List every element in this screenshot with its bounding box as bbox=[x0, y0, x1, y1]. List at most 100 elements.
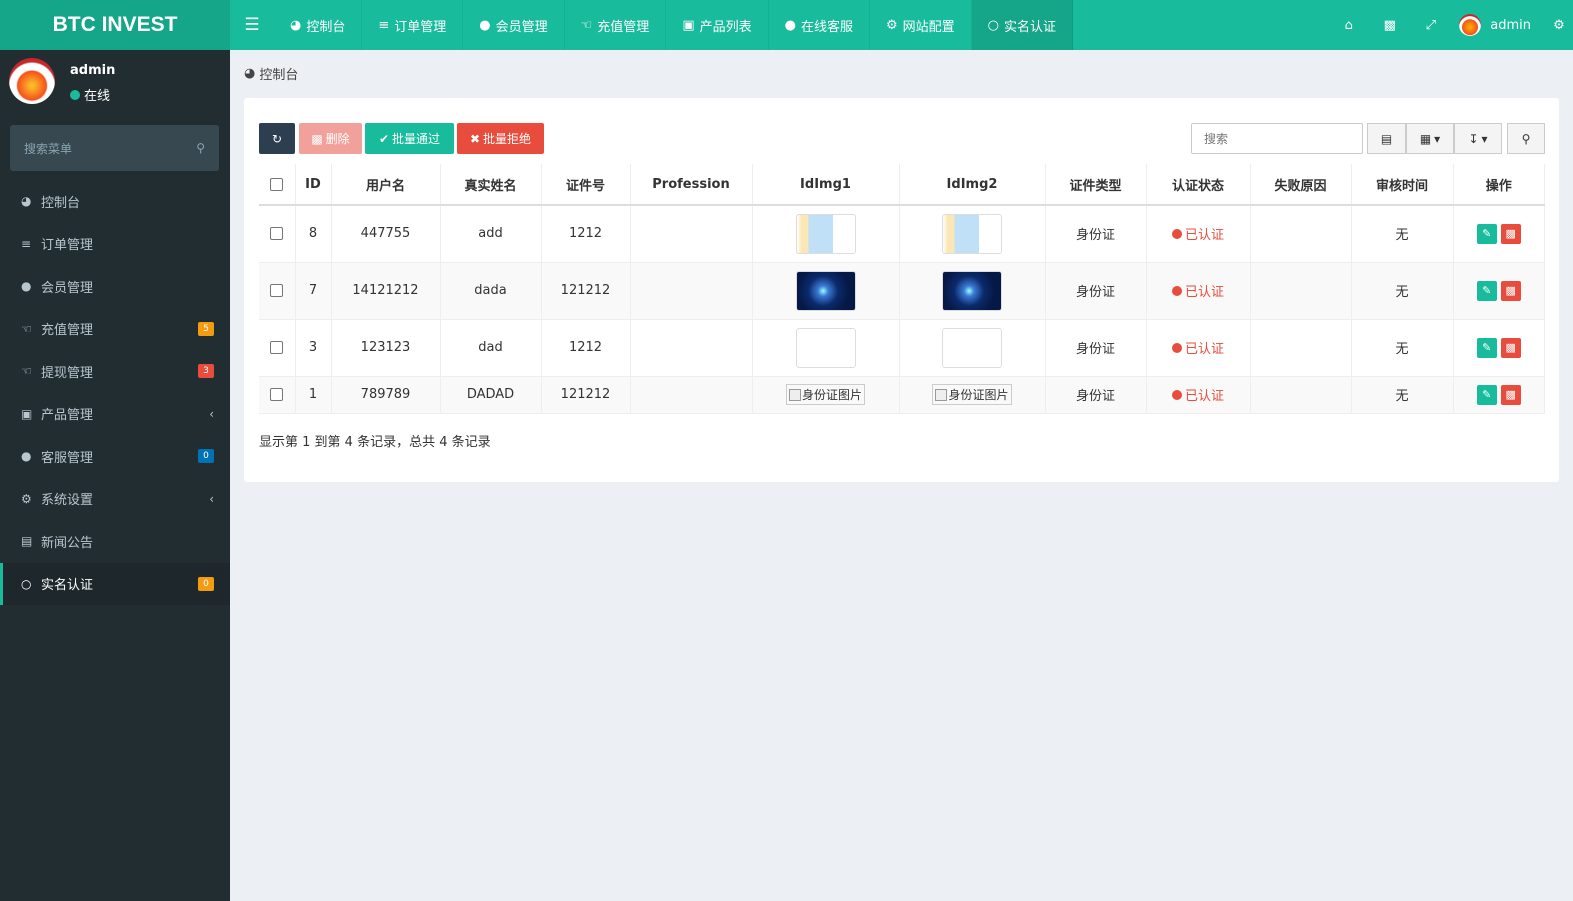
list-icon: ≡ bbox=[21, 236, 32, 251]
edit-button[interactable]: ✎ bbox=[1476, 280, 1497, 301]
select-all-checkbox[interactable] bbox=[259, 164, 296, 206]
cell-actions: ✎ ▩ bbox=[1453, 205, 1545, 263]
cell-actions: ✎ ▩ bbox=[1453, 319, 1545, 377]
data-table: ID 用户名 真实姓名 证件号 Profession IdImg1 IdImg2… bbox=[259, 164, 1545, 414]
cell-username: 447755 bbox=[331, 205, 441, 263]
delete-row-button[interactable]: ▩ bbox=[1500, 337, 1521, 358]
table-icon: ▤ bbox=[1380, 131, 1393, 146]
cell-id: 1 bbox=[295, 376, 332, 414]
cell-reason bbox=[1250, 376, 1352, 414]
tab-dashboard[interactable]: ◕ 控制台 bbox=[274, 0, 363, 50]
cell-reason bbox=[1250, 262, 1352, 320]
tab-site-config[interactable]: ⚙ 网站配置 bbox=[870, 0, 972, 50]
sidebar-item-dashboard[interactable]: ◕ 控制台 bbox=[0, 180, 230, 223]
sidebar-item-realname[interactable]: ○ 实名认证 0 bbox=[0, 562, 230, 605]
briefcase-icon: ▣ bbox=[682, 17, 695, 33]
sidebar-item-support[interactable]: ● 客服管理 0 bbox=[0, 435, 230, 478]
broken-image-icon bbox=[788, 388, 801, 401]
broken-image[interactable]: 身份证图片 bbox=[932, 384, 1012, 405]
pagination-info: 显示第 1 到第 4 条记录，总共 4 条记录 bbox=[259, 435, 491, 450]
search-icon[interactable]: ⚲ bbox=[196, 141, 205, 155]
id-image-thumbnail[interactable] bbox=[795, 270, 856, 311]
id-image-thumbnail[interactable] bbox=[942, 327, 1002, 368]
sidebar-item-settings[interactable]: ⚙ 系统设置 ‹ bbox=[0, 478, 230, 521]
tab-products[interactable]: ▣ 产品列表 bbox=[666, 0, 769, 50]
column-header: Profession bbox=[630, 164, 753, 206]
toggle-view-button[interactable]: ▤ bbox=[1367, 123, 1406, 154]
batch-approve-button[interactable]: ✔ 批量通过 bbox=[365, 123, 454, 154]
app-logo[interactable]: BTC INVEST bbox=[0, 0, 230, 50]
home-icon[interactable]: ⌂ bbox=[1328, 0, 1369, 50]
cell-img1: 身份证图片 bbox=[752, 376, 900, 414]
edit-button[interactable]: ✎ bbox=[1476, 223, 1497, 244]
trash-icon: ▩ bbox=[311, 131, 323, 146]
cell-img2 bbox=[899, 205, 1046, 263]
tab-recharge[interactable]: ☜ 充值管理 bbox=[565, 0, 667, 50]
pencil-icon: ✎ bbox=[1482, 388, 1492, 401]
count-badge: 0 bbox=[198, 449, 214, 464]
broken-image-icon bbox=[935, 388, 948, 401]
edit-button[interactable]: ✎ bbox=[1476, 384, 1497, 405]
sidebar-item-withdraw[interactable]: ☜ 提现管理 3 bbox=[0, 350, 230, 393]
row-checkbox[interactable] bbox=[259, 262, 296, 320]
count-badge: 3 bbox=[198, 364, 214, 379]
cell-status: 已认证 bbox=[1146, 262, 1251, 320]
tab-members[interactable]: ● 会员管理 bbox=[463, 0, 565, 50]
sidebar-item-orders[interactable]: ≡ 订单管理 bbox=[0, 223, 230, 266]
menu-toggle-icon[interactable]: ☰ bbox=[230, 0, 274, 50]
id-image-thumbnail[interactable] bbox=[942, 213, 1002, 254]
comments-icon: ● bbox=[21, 449, 32, 464]
delete-row-button[interactable]: ▩ bbox=[1500, 384, 1521, 405]
export-button[interactable]: ↧ ▾ bbox=[1454, 123, 1502, 154]
menu-search-input[interactable]: 搜索菜单 ⚲ bbox=[10, 125, 219, 171]
circle-icon: ○ bbox=[21, 576, 32, 591]
delete-row-button[interactable]: ▩ bbox=[1500, 280, 1521, 301]
hand-icon: ☜ bbox=[21, 364, 32, 379]
row-checkbox[interactable] bbox=[259, 376, 296, 414]
id-image-thumbnail[interactable] bbox=[795, 327, 856, 368]
user-menu[interactable]: admin bbox=[1451, 0, 1545, 50]
tab-orders[interactable]: ≡ 订单管理 bbox=[362, 0, 464, 50]
cell-reason bbox=[1250, 205, 1352, 263]
tab-support[interactable]: ● 在线客服 bbox=[769, 0, 870, 50]
tab-realname[interactable]: ○ 实名认证 bbox=[971, 0, 1074, 50]
row-checkbox[interactable] bbox=[259, 319, 296, 377]
cell-username: 123123 bbox=[331, 319, 441, 377]
cell-id: 3 bbox=[295, 319, 332, 377]
column-header: 用户名 bbox=[331, 164, 441, 206]
trash-icon: ▩ bbox=[1505, 227, 1516, 241]
columns-button[interactable]: ▦ ▾ bbox=[1406, 123, 1454, 154]
refresh-button[interactable]: ↻ bbox=[259, 123, 295, 154]
batch-reject-button[interactable]: ✖ 批量拒绝 bbox=[457, 123, 544, 154]
settings-icon[interactable]: ⚙ bbox=[1545, 0, 1573, 50]
table-row: 7 14121212 dada 121212 身份证 已认证 无 ✎ ▩ bbox=[259, 262, 1545, 320]
cell-profession bbox=[630, 376, 753, 414]
sidebar-item-recharge[interactable]: ☜ 充值管理 5 bbox=[0, 308, 230, 351]
id-image-thumbnail[interactable] bbox=[942, 270, 1002, 311]
search-input[interactable] bbox=[1191, 123, 1363, 154]
cell-idtype: 身份证 bbox=[1045, 376, 1147, 414]
delete-row-button[interactable]: ▩ bbox=[1500, 223, 1521, 244]
online-dot-icon bbox=[70, 89, 80, 100]
sidebar-item-products[interactable]: ▣ 产品管理 ‹ bbox=[0, 393, 230, 436]
sidebar-item-members[interactable]: ● 会员管理 bbox=[0, 265, 230, 308]
column-header[interactable]: ID bbox=[295, 164, 332, 206]
search-button[interactable]: ⚲ bbox=[1507, 123, 1545, 154]
row-checkbox[interactable] bbox=[259, 205, 296, 263]
users-icon: ● bbox=[21, 279, 32, 294]
broken-image[interactable]: 身份证图片 bbox=[785, 384, 865, 405]
fullscreen-icon[interactable]: ⤢ bbox=[1410, 0, 1451, 50]
sidebar-menu: ◕ 控制台 ≡ 订单管理 ● 会员管理 ☜ 充值管理 5 ☜ 提现管理 3 ▣ 产品管理 ‹ ● 客… bbox=[0, 180, 230, 605]
id-image-thumbnail[interactable] bbox=[795, 213, 856, 254]
cell-time: 无 bbox=[1351, 205, 1454, 263]
edit-button[interactable]: ✎ bbox=[1476, 337, 1497, 358]
cell-status: 已认证 bbox=[1146, 376, 1251, 414]
trash-icon: ▩ bbox=[1505, 388, 1516, 401]
trash-icon: ▩ bbox=[1505, 341, 1516, 354]
sidebar-item-news[interactable]: ▤ 新闻公告 bbox=[0, 520, 230, 563]
cell-reason bbox=[1250, 319, 1352, 377]
table-header-row: ID 用户名 真实姓名 证件号 Profession IdImg1 IdImg2… bbox=[259, 164, 1545, 206]
user-panel: admin 在线 bbox=[0, 50, 230, 116]
trash-icon[interactable]: ▩ bbox=[1369, 0, 1410, 50]
delete-button[interactable]: ▩ 删除 bbox=[299, 123, 362, 154]
